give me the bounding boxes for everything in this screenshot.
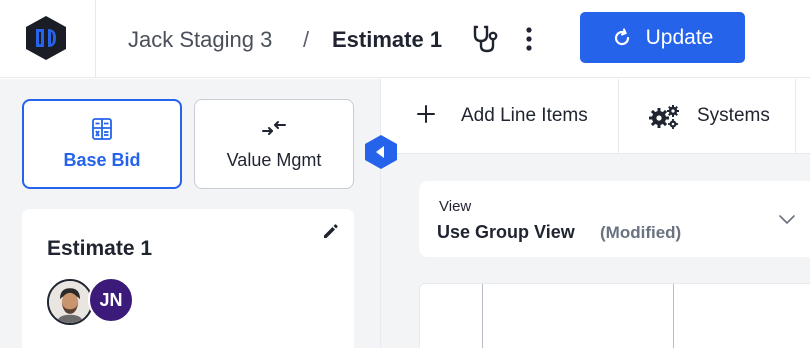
logo-icon[interactable]: [24, 15, 68, 61]
avatar-user-photo[interactable]: [47, 279, 93, 325]
chevron-down-icon[interactable]: [777, 209, 797, 229]
collapse-sidebar-icon[interactable]: [363, 134, 399, 170]
edit-icon[interactable]: [321, 221, 341, 241]
view-modified-badge: (Modified): [600, 223, 682, 242]
systems-button[interactable]: Systems: [619, 79, 796, 154]
view-selector[interactable]: View Use Group View (Modified): [419, 181, 810, 257]
estimate-card: Estimate 1 JN: [22, 209, 354, 348]
person-avatar-icon: [49, 281, 91, 323]
avatar-jn[interactable]: JN: [88, 277, 134, 323]
tab-value-mgmt[interactable]: Value Mgmt: [194, 99, 354, 189]
tab-value-mgmt-label: Value Mgmt: [226, 150, 322, 170]
left-panel: Base Bid Value Mgmt Estimate 1 JN: [0, 79, 380, 348]
header-divider: [95, 0, 96, 78]
plus-icon: [417, 105, 435, 123]
tab-base-bid-label: Base Bid: [63, 150, 141, 170]
stethoscope-icon[interactable]: [472, 24, 500, 54]
update-button[interactable]: Update: [580, 12, 745, 63]
toolbar: Add Line Items Systems: [381, 79, 810, 154]
add-line-items-label: Add Line Items: [461, 105, 588, 126]
calculator-icon: [92, 118, 112, 140]
add-line-items-button[interactable]: Add Line Items: [381, 79, 619, 154]
update-button-label: Update: [645, 25, 714, 49]
avatar-initials: JN: [99, 289, 123, 310]
breadcrumb-project[interactable]: Jack Staging 3: [128, 27, 272, 53]
top-header: Jack Staging 3 / Estimate 1 Update: [0, 0, 810, 78]
refresh-icon: [614, 27, 629, 45]
estimate-title: Estimate 1: [47, 237, 153, 260]
more-options-icon[interactable]: [518, 26, 540, 52]
breadcrumb-separator: /: [303, 27, 310, 52]
line-items-grid: [419, 283, 810, 348]
view-selector-label: View: [439, 198, 472, 215]
grid-column-divider[interactable]: [673, 284, 674, 348]
systems-label: Systems: [697, 105, 770, 126]
view-selector-value: Use Group View: [437, 222, 575, 242]
page-title: Estimate 1: [332, 27, 443, 52]
gears-icon: [649, 105, 679, 129]
tab-base-bid[interactable]: Base Bid: [22, 99, 182, 189]
arrows-in-icon: [262, 121, 286, 135]
main-content: Add Line Items Systems View Use Group Vi…: [380, 79, 810, 348]
grid-column-divider[interactable]: [482, 284, 483, 348]
